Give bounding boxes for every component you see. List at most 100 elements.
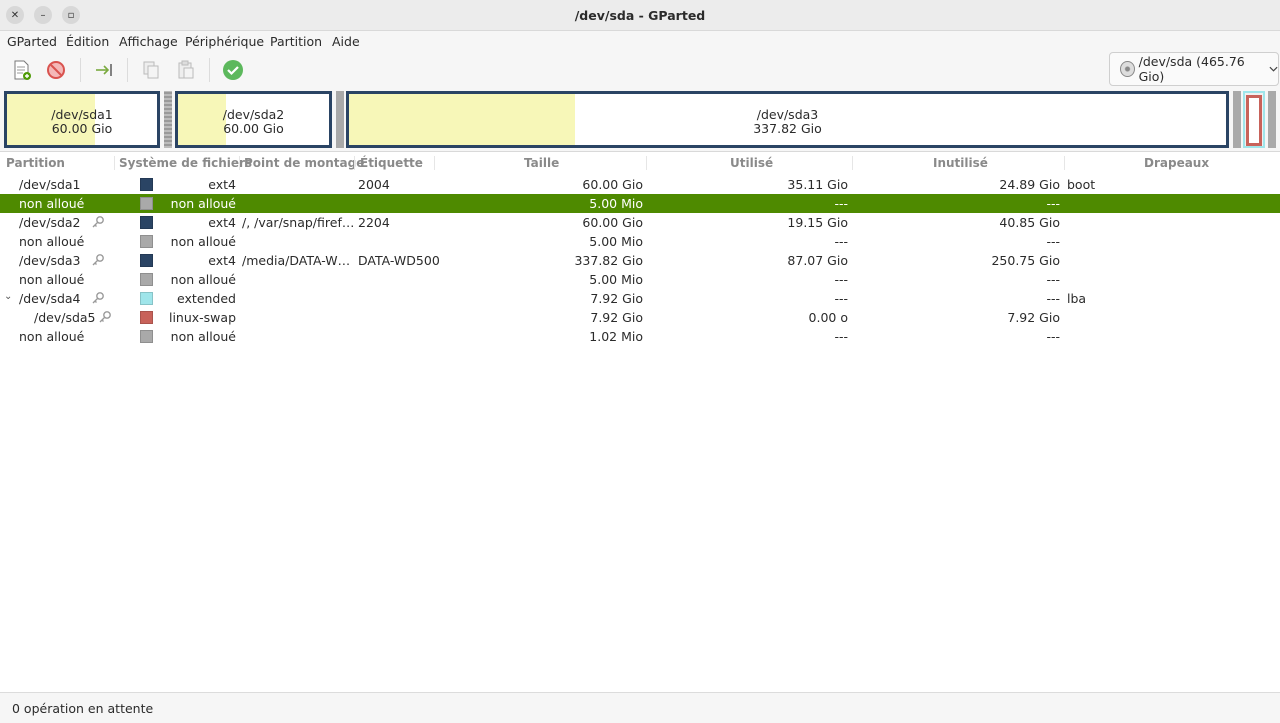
cell-flags: lba <box>1067 291 1087 306</box>
map-partition-size: 60.00 Gio <box>51 121 113 136</box>
filesystem-color-swatch <box>140 292 153 305</box>
map-partition-sda1[interactable]: /dev/sda1 60.00 Gio <box>4 91 160 148</box>
expander-chevron-icon[interactable]: ⌄ <box>4 291 12 302</box>
table-row[interactable]: non alloué non alloué 1.02 Mio --- --- <box>0 327 1280 346</box>
title-bar: ✕ – ▫ /dev/sda - GParted <box>0 0 1280 31</box>
filesystem-color-swatch <box>140 235 153 248</box>
toolbar-separator <box>80 58 81 82</box>
column-separator <box>354 156 355 170</box>
cell-size: 337.82 Gio <box>574 253 643 268</box>
cell-partition: non alloué <box>19 234 85 249</box>
map-partition-sda2[interactable]: /dev/sda2 60.00 Gio <box>175 91 332 148</box>
status-bar: 0 opération en attente <box>0 692 1280 723</box>
toolbar-separator <box>127 58 128 82</box>
cell-partition: /dev/sda1 <box>19 177 81 192</box>
key-icon <box>92 292 104 304</box>
cell-fs: ext4 <box>208 215 236 230</box>
column-separator <box>114 156 115 170</box>
cell-partition: /dev/sda2 <box>19 215 81 230</box>
column-separator <box>434 156 435 170</box>
cell-unused: 7.92 Gio <box>1007 310 1060 325</box>
map-partition-label: /dev/sda3 337.82 Gio <box>349 108 1226 136</box>
column-size[interactable]: Taille <box>524 156 559 170</box>
cell-used: 87.07 Gio <box>787 253 848 268</box>
pending-operations-status: 0 opération en attente <box>12 701 154 716</box>
cell-size: 7.92 Gio <box>590 310 643 325</box>
map-swap-partition[interactable] <box>1246 95 1262 146</box>
table-row[interactable]: non alloué non alloué 5.00 Mio --- --- <box>0 194 1280 213</box>
table-row[interactable]: /dev/sda3 ext4/media/DATA-W… DATA-WD500 337… <box>0 251 1280 270</box>
cell-used: --- <box>834 196 848 211</box>
cell-fs: non alloué <box>170 234 236 249</box>
map-partition-label: /dev/sda2 60.00 Gio <box>178 108 329 136</box>
column-separator <box>1064 156 1065 170</box>
new-partition-button[interactable] <box>10 58 34 82</box>
table-row[interactable]: /dev/sda5 linux-swap 7.92 Gio 0.00 o 7.92 Gi… <box>0 308 1280 327</box>
resize-move-icon <box>96 64 112 76</box>
hard-disk-icon <box>1120 61 1135 77</box>
cell-fs: ext4 <box>208 253 236 268</box>
column-flags[interactable]: Drapeaux <box>1144 156 1209 170</box>
delete-icon <box>47 61 65 79</box>
menu-affichage[interactable]: Affichage <box>119 34 178 49</box>
table-row[interactable]: /dev/sda2 ext4 /, /var/snap/firef… 2204 60.0… <box>0 213 1280 232</box>
map-unallocated[interactable] <box>1268 91 1276 148</box>
menu-gparted[interactable]: GParted <box>7 34 57 49</box>
cell-size: 60.00 Gio <box>582 177 643 192</box>
column-used[interactable]: Utilisé <box>730 156 773 170</box>
column-unused[interactable]: Inutilisé <box>933 156 988 170</box>
map-unallocated[interactable] <box>1233 91 1241 148</box>
table-row[interactable]: /dev/sda1 ext4 2004 60.00 Gio 35.11 Gio 24.89… <box>0 175 1280 194</box>
cell-size: 60.00 Gio <box>582 215 643 230</box>
paste-button[interactable] <box>174 58 198 82</box>
cell-unused: --- <box>1046 196 1060 211</box>
column-partition[interactable]: Partition <box>6 156 65 170</box>
copy-button[interactable] <box>139 58 163 82</box>
apply-button[interactable] <box>221 58 245 82</box>
device-selector[interactable]: /dev/sda (465.76 Gio) <box>1109 52 1279 86</box>
column-mountpoint[interactable]: Point de montage <box>244 156 364 170</box>
resize-move-button[interactable] <box>92 58 116 82</box>
map-extended-partition[interactable] <box>1243 91 1265 148</box>
map-partition-size: 337.82 Gio <box>753 121 822 136</box>
cell-label: 2204 <box>358 215 390 230</box>
cell-unused: --- <box>1046 272 1060 287</box>
cell-used: 0.00 o <box>808 310 848 325</box>
key-icon <box>99 311 111 323</box>
cell-fs: ext4 <box>208 177 236 192</box>
cell-unused: --- <box>1046 234 1060 249</box>
delete-partition-button[interactable] <box>44 58 68 82</box>
menu-peripherique[interactable]: Périphérique <box>185 34 264 49</box>
map-partition-label: /dev/sda1 60.00 Gio <box>7 108 157 136</box>
cell-unused: 24.89 Gio <box>999 177 1060 192</box>
paste-icon <box>178 60 194 79</box>
table-row[interactable]: ⌄ /dev/sda4 extended 7.92 Gio --- --- lba <box>0 289 1280 308</box>
cell-unused: --- <box>1046 329 1060 344</box>
column-label[interactable]: Étiquette <box>360 156 423 170</box>
cell-partition: /dev/sda4 <box>19 291 81 306</box>
cell-used: 19.15 Gio <box>787 215 848 230</box>
cell-mount: /, /var/snap/firef… <box>242 215 355 230</box>
cell-size: 5.00 Mio <box>589 196 643 211</box>
apply-icon <box>223 60 243 80</box>
menu-bar: GParted Édition Affichage Périphérique P… <box>0 31 1280 52</box>
cell-size: 5.00 Mio <box>589 272 643 287</box>
chevron-down-icon <box>1269 66 1278 72</box>
menu-aide[interactable]: Aide <box>332 34 360 49</box>
map-unallocated[interactable] <box>336 91 344 148</box>
column-filesystem[interactable]: Système de fichiers <box>119 156 252 170</box>
map-partition-sda3[interactable]: /dev/sda3 337.82 Gio <box>346 91 1229 148</box>
device-selector-label: /dev/sda (465.76 Gio) <box>1138 54 1245 84</box>
map-partition-name: /dev/sda3 <box>756 107 819 122</box>
menu-edition[interactable]: Édition <box>66 34 109 49</box>
menu-partition[interactable]: Partition <box>270 34 322 49</box>
cell-fs: non alloué <box>170 272 236 287</box>
window-title: /dev/sda - GParted <box>574 8 706 23</box>
cell-partition: non alloué <box>19 329 85 344</box>
table-row[interactable]: non alloué non alloué 5.00 Mio --- --- <box>0 270 1280 289</box>
table-row[interactable]: non alloué non alloué 5.00 Mio --- --- <box>0 232 1280 251</box>
cell-partition: /dev/sda5 <box>34 310 96 325</box>
cell-partition: /dev/sda3 <box>19 253 81 268</box>
map-unallocated[interactable] <box>164 91 172 148</box>
filesystem-color-swatch <box>140 178 153 191</box>
